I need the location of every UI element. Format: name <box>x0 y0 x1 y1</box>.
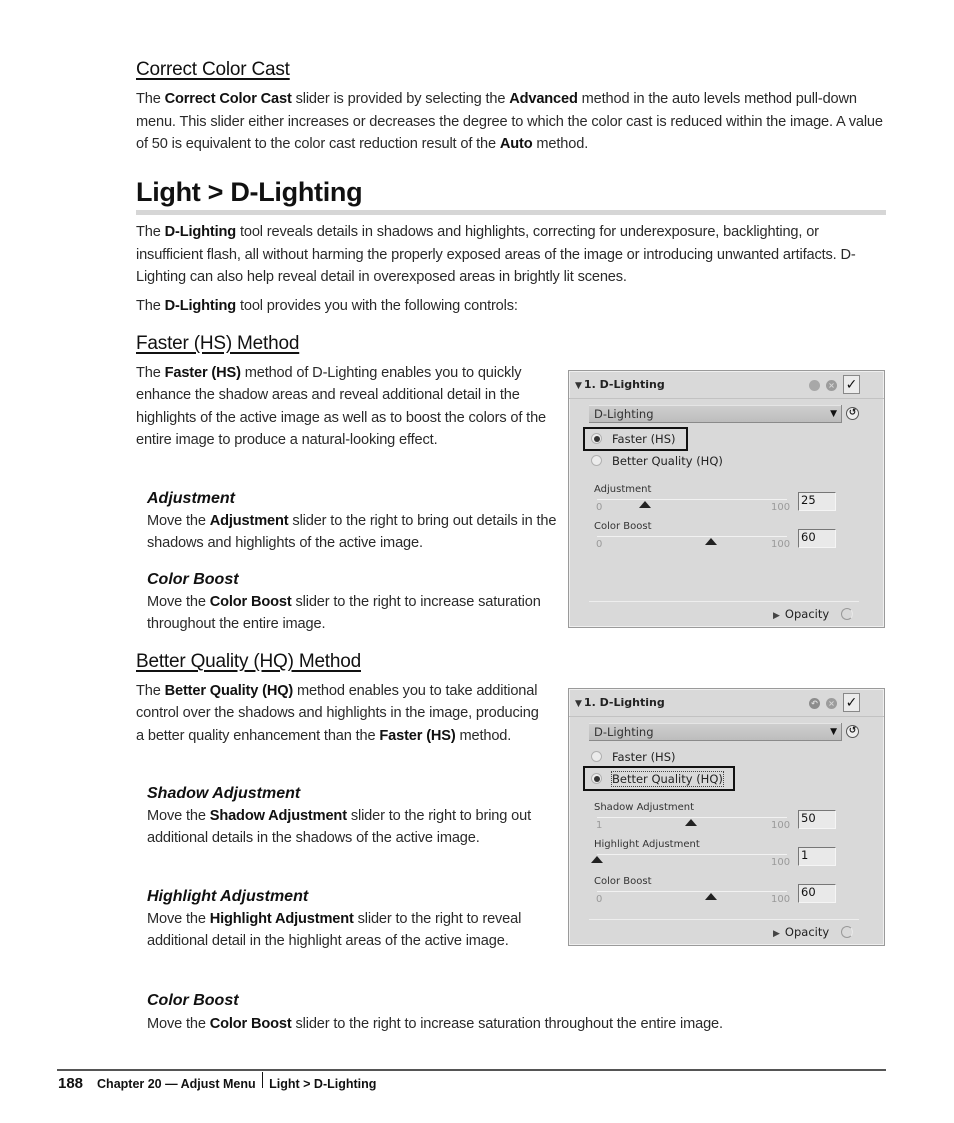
radio-faster-hs[interactable]: Faster (HS) <box>591 748 676 766</box>
enable-step-checkbox[interactable]: ✓ <box>843 375 860 394</box>
dropdown-arrow-icon: ▼ <box>830 727 837 737</box>
slider-thumb-color-boost[interactable] <box>705 893 717 900</box>
paragraph-color-boost-hs: Move the Color Boost slider to the right… <box>147 594 541 633</box>
footer-separator <box>261 1072 264 1088</box>
paragraph-adjustment: Move the Adjustment slider to the right … <box>147 513 557 552</box>
slider-min-color-boost: 0 <box>596 894 603 905</box>
value-field-highlight[interactable]: 1 <box>798 847 836 866</box>
panel-title[interactable]: ▼ 1. D-Lighting <box>575 696 665 709</box>
paragraph-color-boost-hq: Move the Color Boost slider to the right… <box>147 1016 723 1032</box>
value-field-adjustment[interactable]: 25 <box>798 492 836 511</box>
step-reset-icon[interactable]: ↺ <box>846 725 859 738</box>
slider-max-shadow: 100 <box>771 820 791 831</box>
slider-track-shadow[interactable] <box>597 817 787 818</box>
slider-min-color-boost: 0 <box>596 539 603 550</box>
panel-header: ▼ 1. D-Lighting × ✓ <box>569 371 884 399</box>
opacity-spinner-icon[interactable] <box>841 926 854 938</box>
slider-label-adjustment: Adjustment <box>594 484 652 495</box>
paragraph-shadow-adjustment: Move the Shadow Adjustment slider to the… <box>147 808 531 847</box>
method-dropdown[interactable]: D-Lighting ▼ <box>589 405 842 423</box>
slider-max-adjustment: 100 <box>771 502 791 513</box>
radio-selected-icon <box>591 773 602 784</box>
subheading-color-boost-hs: Color Boost <box>147 571 239 588</box>
subheading-highlight-adjustment: Highlight Adjustment <box>147 888 309 905</box>
expand-triangle-icon: ▶ <box>773 929 780 939</box>
subheading-adjustment: Adjustment <box>147 490 235 507</box>
slider-thumb-shadow[interactable] <box>685 819 698 826</box>
panel-header: ▼ 1. D-Lighting ↶ × ✓ <box>569 689 884 717</box>
paragraph-correct-color-cast: The Correct Color Cast slider is provide… <box>136 91 883 153</box>
slider-max-highlight: 100 <box>771 857 791 868</box>
footer-section: Light > D-Lighting <box>269 1077 377 1091</box>
slider-min-adjustment: 0 <box>596 502 603 513</box>
paragraph-better-method: The Better Quality (HQ) method enables y… <box>136 683 539 744</box>
page-footer: 188 Chapter 20 — Adjust Menu Light > D-L… <box>58 1072 376 1092</box>
slider-thumb-color-boost[interactable] <box>705 538 717 545</box>
collapse-triangle-icon[interactable]: ▼ <box>575 381 582 391</box>
dropdown-arrow-icon: ▼ <box>830 409 837 419</box>
value-field-color-boost[interactable]: 60 <box>798 529 836 548</box>
reset-disabled-icon <box>809 380 820 391</box>
opacity-spinner-icon[interactable] <box>841 608 854 620</box>
radio-unselected-icon <box>591 455 602 466</box>
footer-chapter: Chapter 20 — Adjust Menu <box>97 1077 256 1091</box>
method-dropdown[interactable]: D-Lighting ▼ <box>589 723 842 741</box>
slider-track-color-boost[interactable] <box>597 536 787 537</box>
paragraph-faster-method: The Faster (HS) method of D-Lighting ena… <box>136 365 547 448</box>
slider-thumb-highlight[interactable] <box>591 856 603 863</box>
delete-step-icon[interactable]: × <box>826 380 837 391</box>
slider-track-highlight[interactable] <box>597 854 787 855</box>
collapse-triangle-icon[interactable]: ▼ <box>575 699 582 709</box>
slider-label-color-boost: Color Boost <box>594 876 652 887</box>
opacity-toggle-row[interactable]: ▶ Opacity <box>773 925 854 939</box>
subheading-shadow-adjustment: Shadow Adjustment <box>147 785 301 802</box>
step-reset-icon[interactable]: ↺ <box>846 407 859 420</box>
slider-label-color-boost: Color Boost <box>594 521 652 532</box>
slider-label-shadow: Shadow Adjustment <box>594 802 695 813</box>
heading-correct-color-cast: Correct Color Cast <box>136 59 290 80</box>
value-field-shadow[interactable]: 50 <box>798 810 836 829</box>
slider-max-color-boost: 100 <box>771 894 791 905</box>
enable-step-checkbox[interactable]: ✓ <box>843 693 860 712</box>
panel-divider <box>589 601 859 602</box>
value-field-color-boost[interactable]: 60 <box>798 884 836 903</box>
slider-max-color-boost: 100 <box>771 539 791 550</box>
opacity-toggle-row[interactable]: ▶ Opacity <box>773 607 854 621</box>
panel-divider <box>589 919 859 920</box>
slider-track-color-boost[interactable] <box>597 891 787 892</box>
radio-selected-icon <box>591 433 602 444</box>
heading-faster-method: Faster (HS) Method <box>136 333 300 354</box>
slider-label-highlight: Highlight Adjustment <box>594 839 700 850</box>
panel-title[interactable]: ▼ 1. D-Lighting <box>575 378 665 391</box>
paragraph-highlight-adjustment: Move the Highlight Adjustment slider to … <box>147 911 522 950</box>
d-lighting-panel-hs: ▼ 1. D-Lighting × ✓ D-Lighting ▼ ↺ Faster… <box>568 370 885 628</box>
radio-unselected-icon <box>591 751 602 762</box>
expand-triangle-icon: ▶ <box>773 611 780 621</box>
undo-icon[interactable]: ↶ <box>809 698 820 709</box>
delete-step-icon[interactable]: × <box>826 698 837 709</box>
radio-better-hq[interactable]: Better Quality (HQ) <box>591 770 724 788</box>
slider-track-adjustment[interactable] <box>597 499 787 500</box>
paragraph-d-lighting-controls: The D-Lighting tool provides you with th… <box>136 298 518 314</box>
paragraph-d-lighting-intro: The D-Lighting tool reveals details in s… <box>136 224 856 286</box>
page-number: 188 <box>58 1075 84 1092</box>
heading-d-lighting: Light > D-Lighting <box>136 177 363 207</box>
radio-faster-hs[interactable]: Faster (HS) <box>591 430 676 448</box>
footer-rule <box>57 1069 886 1071</box>
slider-min-shadow: 1 <box>596 820 603 831</box>
radio-better-hq[interactable]: Better Quality (HQ) <box>591 452 723 470</box>
heading-rule <box>136 210 886 215</box>
subheading-color-boost-hq: Color Boost <box>147 992 239 1009</box>
slider-thumb-adjustment[interactable] <box>638 501 651 508</box>
d-lighting-panel-hq: ▼ 1. D-Lighting ↶ × ✓ D-Lighting ▼ ↺ Fast… <box>568 688 885 946</box>
heading-better-method: Better Quality (HQ) Method <box>136 651 361 672</box>
